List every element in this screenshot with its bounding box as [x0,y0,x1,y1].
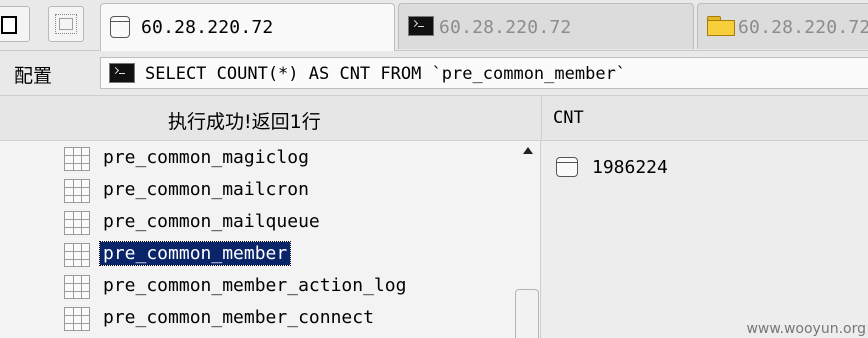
table-row[interactable]: pre_common_mailqueue [0,207,512,239]
table-row[interactable]: pre_common_member_action_log [0,271,512,303]
tab-files[interactable]: 60.28.220.72 [697,3,868,49]
tab-label: 60.28.220.72 [738,17,868,38]
table-name: pre_common_mailqueue [103,211,320,232]
table-name: pre_common_member_connect [103,307,374,328]
table-row[interactable]: pre_common_magiclog [0,143,512,175]
result-pane: 1986224 www.wooyun.org [542,141,868,338]
table-icon [64,147,90,171]
status-message: 执行成功!返回1行 [168,111,321,133]
watermark: www.wooyun.org [746,321,866,337]
folder-icon [707,16,735,36]
table-row[interactable]: pre_common_mailcron [0,175,512,207]
tab-terminal[interactable]: 60.28.220.72 [398,3,694,49]
scroll-up-arrow-icon[interactable] [523,147,533,154]
scroll-thumb[interactable] [515,289,539,338]
tab-bar: 60.28.220.72 60.28.220.72 60.28.220.72 [0,0,868,51]
database-icon [110,16,130,38]
table-name: pre_common_mailcron [103,179,309,200]
vertical-scrollbar[interactable] [512,141,540,338]
table-row[interactable]: pre_common_member_connect [0,303,512,335]
result-cell[interactable]: 1986224 [592,157,668,178]
tab-database[interactable]: 60.28.220.72 [100,3,395,51]
window-icon [1,16,17,34]
table-name: pre_common_member_action_log [103,275,407,296]
table-list: pre_common_magiclog pre_common_mailcron … [0,141,541,338]
terminal-icon [109,63,135,83]
table-name: pre_common_magiclog [103,147,309,168]
column-header[interactable]: CNT [553,108,584,128]
tab-label: 60.28.220.72 [439,17,572,38]
config-button[interactable]: 配置 [14,61,52,88]
layout-inner-icon [59,18,73,30]
table-icon [64,211,90,235]
query-input[interactable]: SELECT COUNT(*) AS CNT FROM `pre_common_… [100,57,868,89]
query-bar: 配置 SELECT COUNT(*) AS CNT FROM `pre_comm… [0,51,868,96]
query-text: SELECT COUNT(*) AS CNT FROM `pre_common_… [145,64,627,84]
table-icon [64,243,90,267]
table-name: pre_common_member [98,241,292,266]
window-toggle-button[interactable] [0,6,30,42]
table-icon [64,307,90,331]
column-divider[interactable] [541,96,542,140]
terminal-icon [408,16,434,36]
record-icon [556,157,578,177]
result-header: 执行成功!返回1行 CNT [0,96,868,141]
table-row-selected[interactable]: pre_common_member [0,239,512,271]
table-icon [64,275,90,299]
tab-label: 60.28.220.72 [141,17,274,38]
layout-toggle-button[interactable] [48,6,84,42]
table-icon [64,179,90,203]
